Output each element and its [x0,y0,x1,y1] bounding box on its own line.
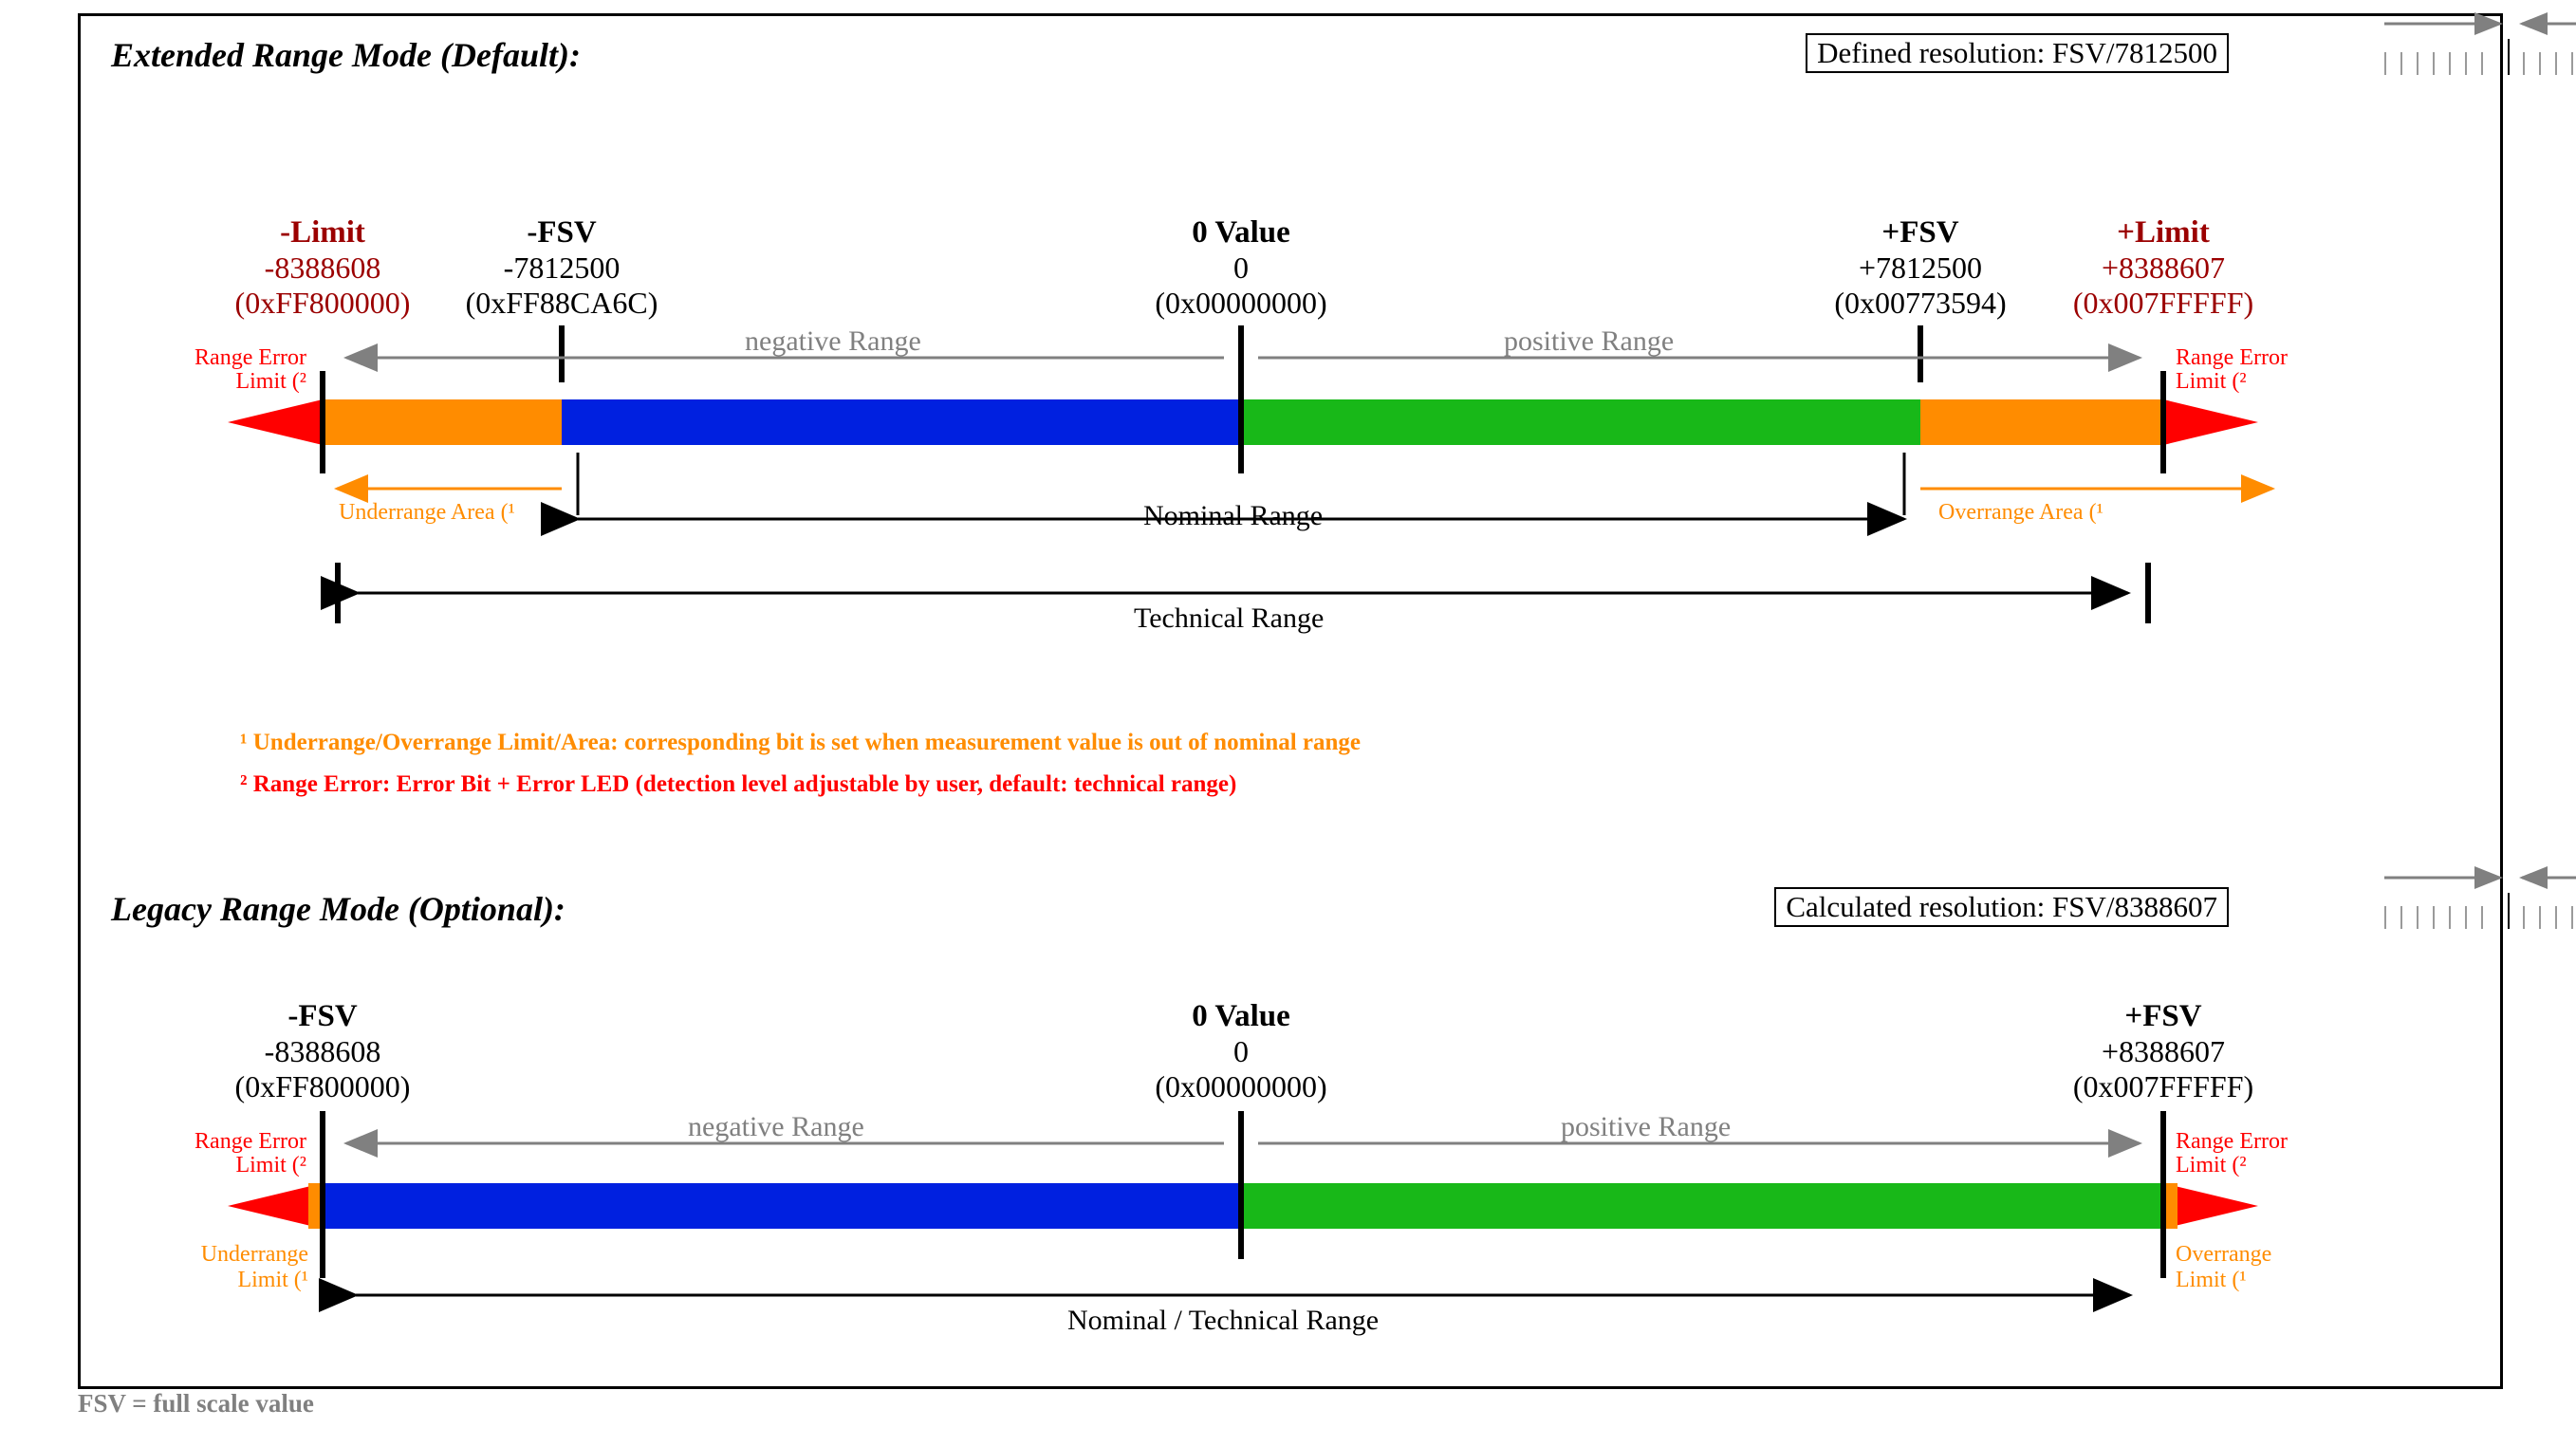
leg-arrows [81,16,2500,1382]
leg-nominal-label: Nominal / Technical Range [1067,1305,1379,1337]
leg-over-label: Overrange Limit (¹ [2176,1242,2271,1293]
leg-range-err-r: Range Error Limit (² [2176,1130,2288,1177]
leg-pos-range-label: positive Range [1561,1111,1731,1143]
leg-range-err-l: Range Error Limit (² [164,1130,306,1177]
leg-neg-range-label: negative Range [688,1111,864,1143]
diagram-frame: Extended Range Mode (Default): Defined r… [78,13,2503,1389]
footer-fsv: FSV = full scale value [78,1389,314,1418]
leg-under-label: Underrange Limit (¹ [166,1242,308,1293]
